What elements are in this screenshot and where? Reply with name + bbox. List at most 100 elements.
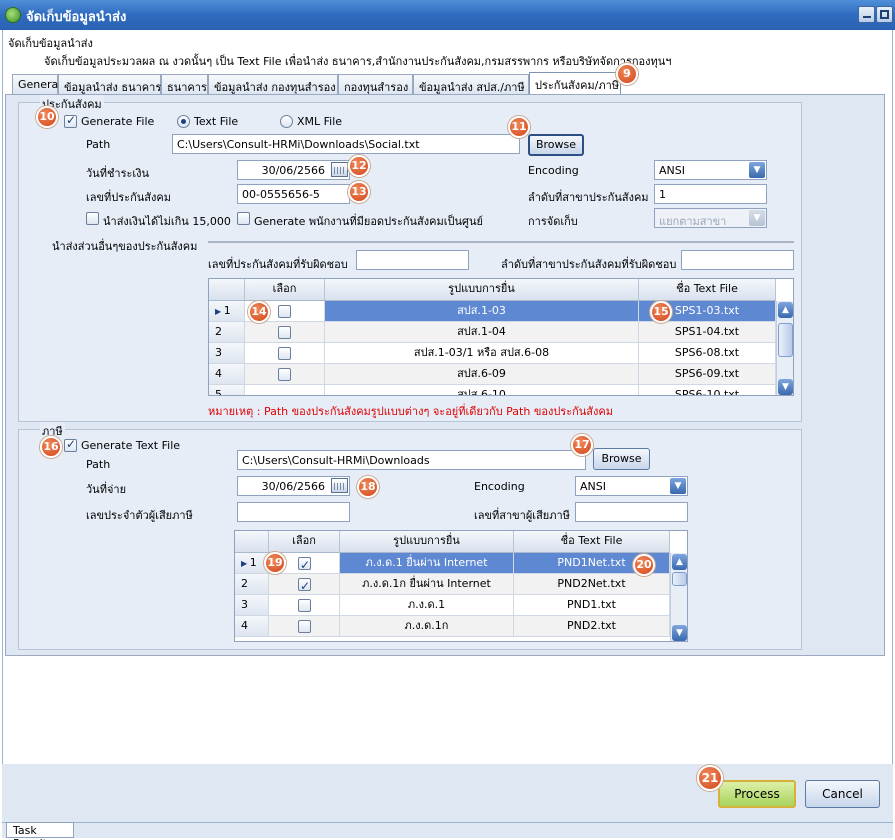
table-row[interactable]	[245, 322, 325, 343]
social-grid-scrollbar[interactable]: ▲ ▼	[776, 301, 793, 395]
tab-general[interactable]: General	[12, 74, 61, 94]
table-row[interactable]	[245, 385, 325, 395]
maximize-button[interactable]	[876, 6, 893, 23]
scroll-up-icon[interactable]: ▲	[778, 302, 793, 318]
calendar-icon[interactable]	[331, 478, 348, 493]
scroll-down-icon[interactable]: ▼	[778, 379, 793, 395]
tax-browse-button[interactable]: Browse	[593, 448, 650, 470]
table-row-header[interactable]: 5	[209, 385, 245, 395]
table-cell-format[interactable]: ภ.ง.ด.1 ยื่นผ่าน Internet	[340, 553, 514, 574]
calendar-icon[interactable]	[331, 162, 348, 177]
table-cell-format[interactable]: สปส.1-03	[325, 301, 639, 322]
chevron-down-icon: ▼	[749, 162, 765, 178]
cancel-button[interactable]: Cancel	[805, 780, 880, 808]
grid-header-select[interactable]: เลือก	[245, 279, 325, 301]
table-cell-format[interactable]: ภ.ง.ด.1ก	[340, 616, 514, 637]
generate-text-file-checkbox[interactable]	[64, 437, 77, 452]
table-cell-format[interactable]: สปส.1-03/1 หรือ สปส.6-08	[325, 343, 639, 364]
tab-ss-tax-export[interactable]: ข้อมูลนำส่ง สปส./ภาษี	[413, 74, 529, 94]
tab-provident-export[interactable]: ข้อมูลนำส่ง กองทุนสำรอง	[208, 74, 338, 94]
table-cell-filename[interactable]: SPS6-10.txt	[639, 385, 776, 395]
scroll-thumb[interactable]	[778, 323, 793, 357]
table-cell-filename[interactable]: SPS1-04.txt	[639, 322, 776, 343]
grid-header-select[interactable]: เลือก	[269, 531, 340, 553]
tab-social-tax[interactable]: ประกันสังคม/ภาษี	[529, 72, 621, 95]
xml-file-label: XML File	[297, 115, 343, 128]
row-select-checkbox[interactable]	[298, 620, 311, 633]
table-row-header[interactable]: 2	[235, 574, 269, 595]
table-cell-format[interactable]: ภ.ง.ด.1ก ยื่นผ่าน Internet	[340, 574, 514, 595]
xml-file-radio[interactable]	[280, 115, 293, 128]
row-select-checkbox[interactable]	[298, 576, 311, 594]
gen-zero-checkbox[interactable]	[237, 212, 250, 225]
grid-header-filename[interactable]: ชื่อ Text File	[639, 279, 776, 301]
grid-header-filename[interactable]: ชื่อ Text File	[514, 531, 670, 553]
table-row-header[interactable]: 2	[209, 322, 245, 343]
scroll-thumb[interactable]	[672, 572, 687, 586]
tax-path-input[interactable]: C:\Users\Consult-HRMi\Downloads	[237, 450, 586, 470]
table-row-header[interactable]: ▶ 1	[209, 301, 245, 322]
generate-file-label: Generate File	[81, 115, 155, 128]
branch-seq-label: ลำดับที่สาขาประกันสังคม	[528, 191, 649, 204]
tab-bank[interactable]: ธนาคาร	[161, 74, 208, 94]
row-select-checkbox[interactable]	[298, 555, 311, 573]
minimize-button[interactable]	[858, 6, 875, 23]
annotation-badge: 21	[697, 765, 723, 791]
branch-seq-input[interactable]: 1	[654, 184, 767, 204]
table-row-header[interactable]: 3	[209, 343, 245, 364]
table-cell-filename[interactable]: PND2Net.txt	[514, 574, 670, 595]
annotation-badge: 11	[508, 116, 530, 138]
table-cell-format[interactable]: สปส.1-04	[325, 322, 639, 343]
table-cell-filename[interactable]: PND1.txt	[514, 595, 670, 616]
social-browse-button[interactable]: Browse	[528, 134, 584, 156]
table-row[interactable]	[269, 616, 340, 637]
table-cell-format[interactable]: ภ.ง.ด.1	[340, 595, 514, 616]
chevron-down-icon: ▼	[670, 478, 686, 494]
resp-ss-input[interactable]	[356, 250, 469, 270]
social-encoding-select[interactable]: ANSI ▼	[654, 160, 767, 180]
taxid-input[interactable]	[237, 502, 350, 522]
table-cell-filename[interactable]: SPS6-09.txt	[639, 364, 776, 385]
tax-encoding-select[interactable]: ANSI ▼	[575, 476, 688, 496]
tax-branch-label: เลขที่สาขาผู้เสียภาษี	[474, 509, 570, 522]
title-bar: จัดเก็บข้อมูลนำส่ง	[0, 0, 895, 30]
row-select-checkbox[interactable]	[298, 599, 311, 612]
ss-number-input[interactable]: 00-0555656-5	[237, 184, 350, 204]
table-row-header[interactable]: 4	[235, 616, 269, 637]
grid-header-format[interactable]: รูปแบบการยื่น	[325, 279, 639, 301]
row-select-checkbox[interactable]	[278, 368, 291, 381]
tax-grid-scrollbar[interactable]: ▲ ▼	[670, 553, 687, 641]
table-cell-filename[interactable]: PND2.txt	[514, 616, 670, 637]
table-row-header[interactable]: 3	[235, 595, 269, 616]
scroll-down-icon[interactable]: ▼	[672, 625, 687, 641]
tab-bank-export[interactable]: ข้อมูลนำส่ง ธนาคาร	[58, 74, 161, 94]
row-select-checkbox[interactable]	[278, 305, 291, 318]
resp-branch-input[interactable]	[681, 250, 794, 270]
table-row-header[interactable]: 4	[209, 364, 245, 385]
table-row[interactable]	[245, 343, 325, 364]
task-result-tab[interactable]: Task Result	[6, 822, 74, 840]
process-button[interactable]: Process	[718, 780, 796, 808]
status-bar	[2, 822, 893, 838]
table-row[interactable]	[269, 574, 340, 595]
table-row[interactable]	[269, 595, 340, 616]
limit-label: นำส่งเงินได้ไม่เกิน 15,000	[103, 215, 231, 228]
tax-branch-input[interactable]	[575, 502, 688, 522]
minimize-icon	[863, 16, 871, 18]
resp-ss-label: เลขที่ประกันสังคมที่รับผิดชอบ	[208, 258, 348, 271]
generate-text-file-label: Generate Text File	[81, 439, 181, 452]
table-cell-format[interactable]: สปส.6-09	[325, 364, 639, 385]
table-cell-filename[interactable]: SPS6-08.txt	[639, 343, 776, 364]
annotation-badge: 12	[348, 155, 370, 177]
text-file-radio[interactable]	[177, 115, 190, 128]
row-select-checkbox[interactable]	[278, 347, 291, 360]
table-row[interactable]	[245, 364, 325, 385]
generate-file-checkbox[interactable]	[64, 113, 77, 128]
scroll-up-icon[interactable]: ▲	[672, 554, 687, 570]
limit-checkbox[interactable]	[86, 212, 99, 225]
tab-provident[interactable]: กองทุนสำรอง	[338, 74, 413, 94]
row-select-checkbox[interactable]	[278, 326, 291, 339]
table-cell-format[interactable]: สปส.6-10	[325, 385, 639, 395]
grid-header-format[interactable]: รูปแบบการยื่น	[340, 531, 514, 553]
social-path-input[interactable]: C:\Users\Consult-HRMi\Downloads\Social.t…	[172, 134, 520, 154]
